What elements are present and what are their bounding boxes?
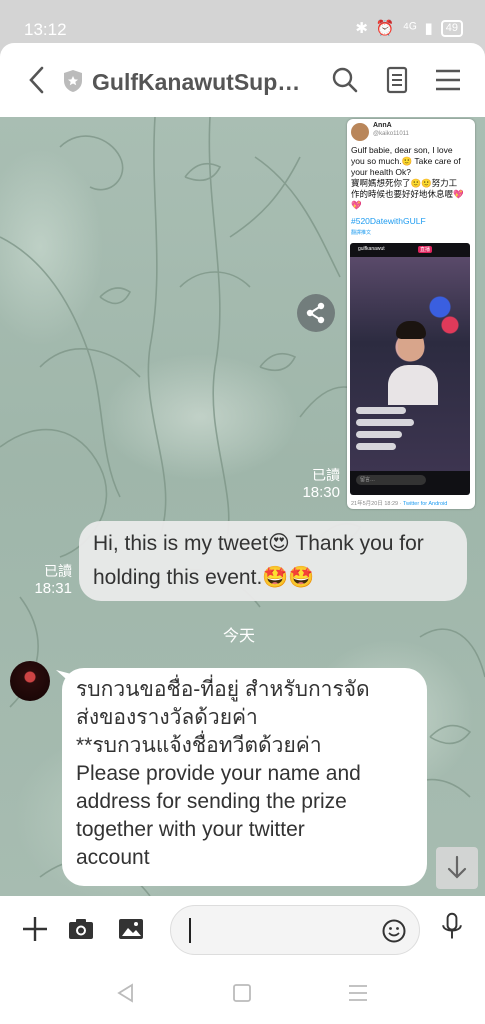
incoming-message-line: together with your twitter [76,818,305,841]
read-label: 已讀 [44,563,72,579]
share-icon[interactable] [297,294,335,332]
alarm-icon: ⏰ [375,20,395,37]
microphone-icon[interactable] [437,912,467,942]
tweet-translate-link: 翻譯推文 [351,230,372,236]
signal-bars-icon: ▮ [424,20,433,37]
incoming-message-line: account [76,846,150,869]
live-comment-box: 留言… [356,475,426,485]
nav-home-icon[interactable] [230,982,254,1004]
chat-area[interactable]: AnnA @kaiko11011 Gulf babie, dear son, I… [0,117,485,896]
live-tag: 直播 [418,246,433,253]
tweet-screenshot-image[interactable]: AnnA @kaiko11011 Gulf babie, dear son, I… [347,119,475,509]
message-input[interactable] [170,905,420,955]
tweet-text-line: you so much.🙂 Take care of [351,156,461,166]
image-icon[interactable] [116,914,146,944]
battery-icon: 49 [440,19,463,37]
nav-back-icon[interactable] [114,982,138,1004]
live-comment [356,431,402,438]
live-header: gulfkanawut [358,246,385,252]
shield-badge-icon [64,70,82,92]
bluetooth-icon: ✱ [355,20,368,37]
scroll-down-arrow-icon[interactable] [436,847,478,889]
incoming-message-line: Please provide your name and [76,762,361,785]
tweet-read-receipt: 已讀 18:30 [298,467,340,501]
signal-icon: ⁴ᴳ [402,19,417,37]
tweet-text-line: 作的時候也要好好地休息喔💖 [351,189,464,199]
tweet-text-line: 💖 [351,200,362,210]
sender-avatar[interactable] [10,661,50,701]
tweet-footer: 21年5月20日 18:29 · Twitter for Android [351,499,447,507]
tweet-text-line: your health Ok? [351,167,412,177]
text-caret [189,918,191,943]
tweet-footer-date: 21年5月20日 18:29 · [351,501,403,507]
live-video-frame [350,257,470,471]
read-label: 已讀 [312,467,340,483]
message-time: 18:30 [302,484,340,501]
tweet-text: Gulf babie, dear son, I love you so much… [351,145,473,211]
person-shirt [388,365,438,405]
tweet-embedded-live-screenshot: gulfkanawut 直播 留言… [350,243,470,495]
person-hair [396,321,426,339]
message-time: 18:31 [34,580,72,597]
menu-icon[interactable] [433,65,463,95]
tweet-text-line: Gulf babie, dear son, I love [351,145,453,155]
live-comment [356,443,396,450]
back-arrow-icon[interactable] [24,65,50,95]
tweet-footer-source: Twitter for Android [402,501,448,507]
chat-header: GulfKanawutSupport [0,43,485,118]
outgoing-read-receipt: 已讀 18:31 [30,563,72,597]
search-icon[interactable] [330,65,360,95]
incoming-message-line: ส่งของรางวัลด้วยค่า [76,706,258,729]
system-navigation-bar [0,962,485,1024]
nav-recents-icon[interactable] [346,982,370,1004]
day-separator: 今天 [223,628,256,645]
status-icons: ✱ ⏰ ⁴ᴳ ▮ 49 [355,19,463,37]
outgoing-message-bubble[interactable]: Hi, this is my tweet😍 Thank you for hold… [79,521,467,601]
status-time: 13:12 [24,20,67,39]
incoming-message-line: รบกวนขอชื่อ-ที่อยู่ สำหรับการจัด [76,678,370,701]
emoji-icon[interactable] [381,918,407,944]
live-comment [356,407,406,414]
chat-title: GulfKanawutSupport [92,69,314,95]
notes-icon[interactable] [382,65,412,95]
tweet-user-name: AnnA [373,122,392,129]
camera-icon[interactable] [66,914,96,944]
plus-icon[interactable] [20,914,50,944]
incoming-message-line: address for sending the prize [76,790,347,813]
tweet-hashtag: #520DatewithGULF [351,216,426,226]
message-input-bar [0,896,485,962]
tweet-text-line: 寶啊媽想死你了🙂🙂努力工 [351,178,458,188]
tweet-avatar [351,123,369,141]
tweet-user-handle: @kaiko11011 [373,131,409,137]
outgoing-message-text: Hi, this is my tweet😍 Thank you for hold… [93,532,424,589]
live-comment [356,419,414,426]
incoming-message-bubble[interactable]: รบกวนขอชื่อ-ที่อยู่ สำหรับการจัด ส่งของร… [62,668,427,886]
incoming-message-line: **รบกวนแจ้งชื่อทวีตด้วยค่า [76,734,322,757]
